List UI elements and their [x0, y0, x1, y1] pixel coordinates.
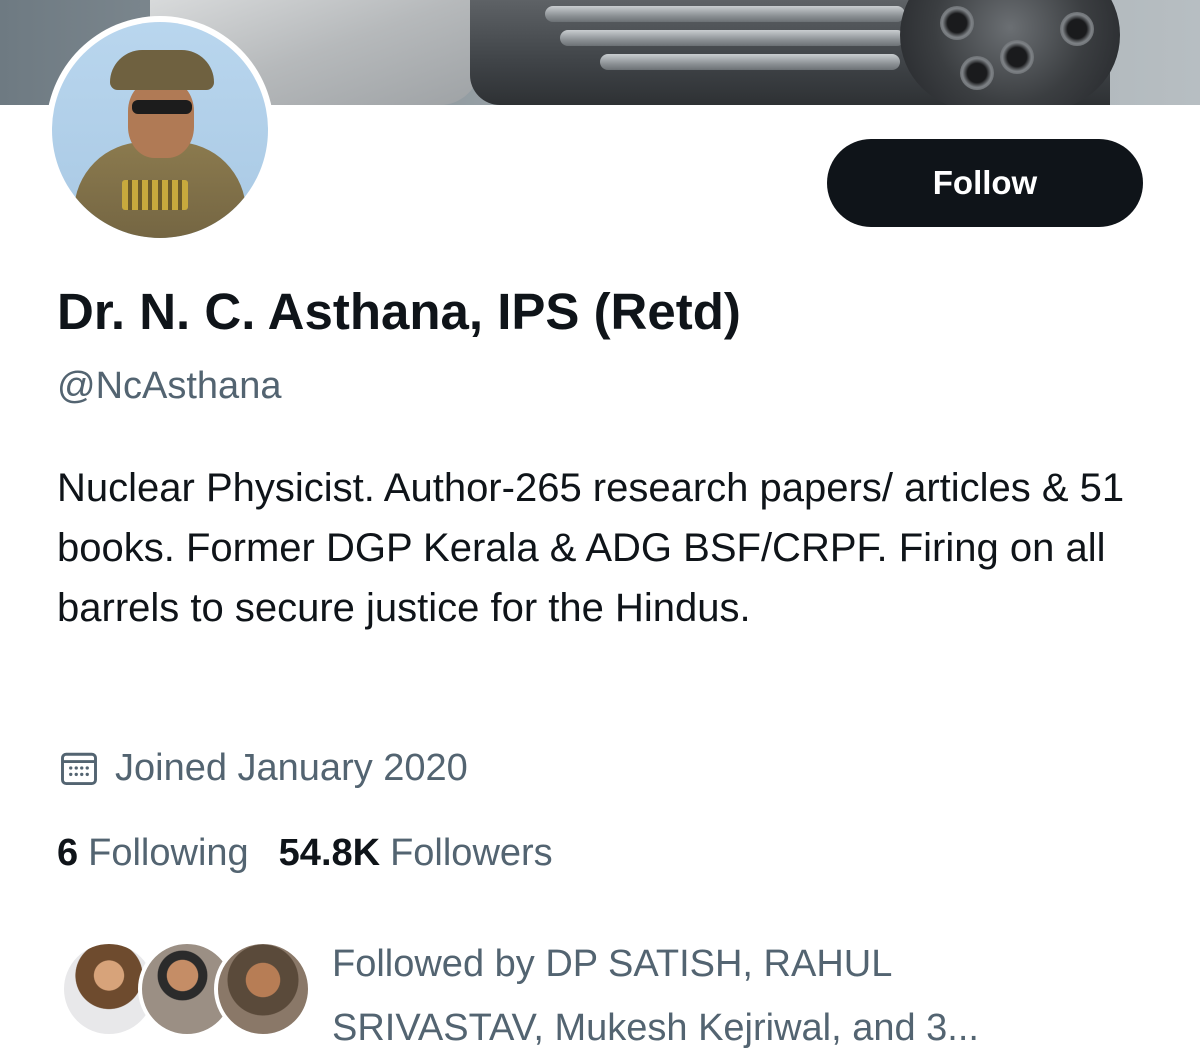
- followers-label: Followers: [390, 832, 553, 874]
- following-label: Following: [88, 832, 249, 874]
- follower-avatar: [214, 940, 312, 1038]
- following-link[interactable]: 6 Following: [57, 832, 249, 875]
- banner-gun-hole: [1000, 40, 1034, 74]
- banner-gun-hole: [1060, 12, 1094, 46]
- banner-barrel: [545, 6, 905, 22]
- following-count: 6: [57, 832, 79, 874]
- profile-handle: @NcAsthana: [57, 365, 282, 407]
- banner-gun-hole: [960, 56, 994, 90]
- avatar-face: [128, 80, 194, 158]
- profile-stats: 6 Following 54.8K Followers: [57, 832, 583, 875]
- profile-bio: Nuclear Physicist. Author-265 research p…: [57, 466, 1125, 630]
- banner-barrel: [560, 30, 905, 46]
- avatar-medals: [122, 180, 188, 210]
- joined-date: Joined January 2020: [115, 746, 468, 789]
- profile-avatar[interactable]: [46, 16, 274, 244]
- calendar-icon: [61, 752, 97, 786]
- followed-by-text: Followed by DP SATISH, RAHUL SRIVASTAV, …: [332, 943, 979, 1049]
- banner-gun-hole: [940, 6, 974, 40]
- avatar-sunglasses: [132, 100, 192, 114]
- follow-button[interactable]: Follow: [827, 139, 1143, 227]
- banner-barrel: [600, 54, 900, 70]
- avatar-image: [52, 22, 268, 238]
- avatar-cap: [110, 50, 214, 90]
- profile-display-name: Dr. N. C. Asthana, IPS (Retd): [57, 283, 741, 340]
- profile-joined: Joined January 2020: [57, 742, 468, 794]
- followers-count: 54.8K: [278, 832, 381, 874]
- followers-link[interactable]: 54.8K Followers: [279, 832, 553, 875]
- followed-by-section[interactable]: Followed by DP SATISH, RAHUL SRIVASTAV, …: [60, 928, 1180, 1049]
